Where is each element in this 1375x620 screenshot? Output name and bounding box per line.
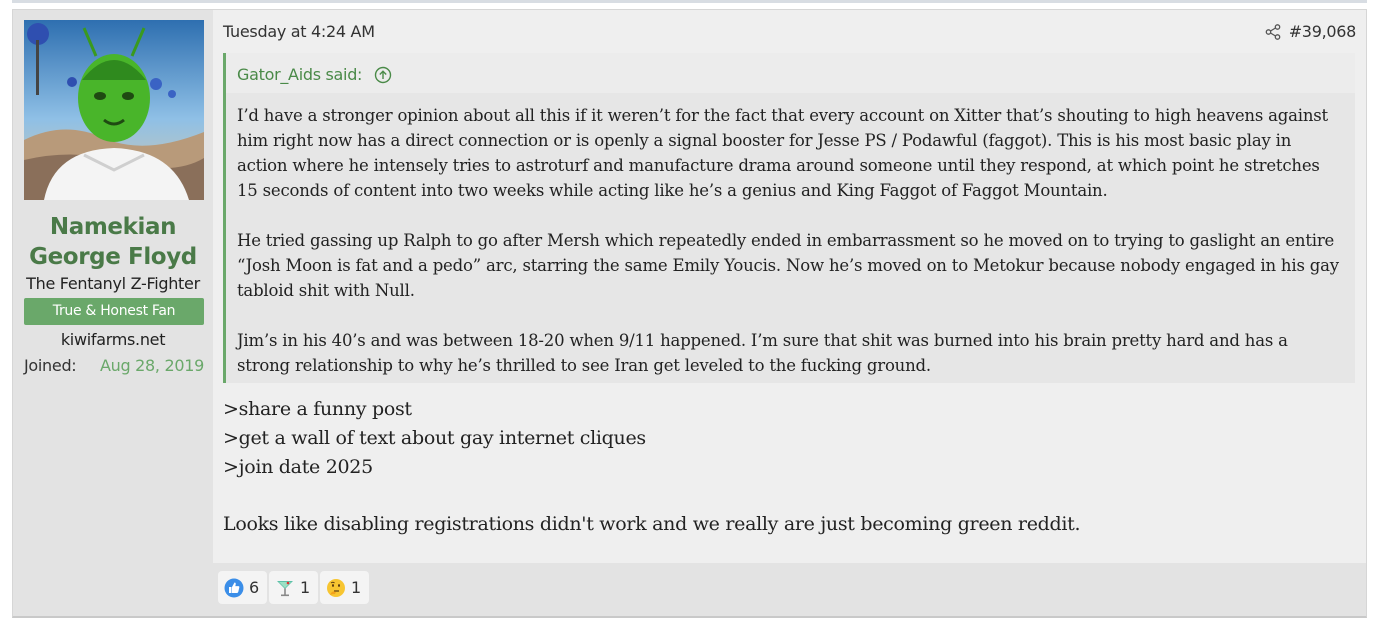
joined-label: Joined: bbox=[24, 356, 77, 375]
post-body: >share a funny post >get a wall of text … bbox=[223, 395, 1356, 539]
greentext-line: >get a wall of text about gay internet c… bbox=[223, 427, 646, 449]
post-closing-line: Looks like disabling registrations didn'… bbox=[223, 513, 1081, 535]
joined-date: Aug 28, 2019 bbox=[100, 356, 204, 375]
quote-author-link[interactable]: Gator_Aids said: bbox=[237, 65, 362, 84]
post-main: Tuesday at 4:24 AM #39,068 Gator_Aids sa… bbox=[213, 10, 1366, 616]
reactions-bar: 6 1 1 bbox=[213, 563, 1366, 616]
arrow-up-circle-icon[interactable] bbox=[374, 66, 392, 84]
username[interactable]: Namekian George Floyd bbox=[13, 212, 213, 272]
reaction-count: 1 bbox=[300, 578, 311, 597]
cocktail-icon bbox=[275, 578, 295, 598]
quote-body: I’d have a stronger opinion about all th… bbox=[237, 103, 1345, 403]
user-site: kiwifarms.net bbox=[60, 330, 166, 349]
reaction-count: 1 bbox=[351, 578, 362, 597]
quote-block: Gator_Aids said: I’d have a stronger opi… bbox=[223, 53, 1355, 383]
username-line-1[interactable]: Namekian bbox=[13, 212, 213, 242]
forum-post: Namekian George Floyd The Fentanyl Z-Fig… bbox=[12, 9, 1367, 618]
greentext-line: >join date 2025 bbox=[223, 456, 373, 478]
username-line-2[interactable]: George Floyd bbox=[13, 242, 213, 272]
quote-paragraph: Jim’s in his 40’s and was between 18-20 … bbox=[237, 331, 1288, 375]
top-divider bbox=[12, 0, 1367, 3]
thumbs-up-icon bbox=[224, 578, 244, 598]
post-number-link[interactable]: #39,068 bbox=[1289, 22, 1357, 41]
reaction-thumbs-up[interactable]: 6 bbox=[218, 571, 268, 604]
avatar[interactable] bbox=[24, 20, 204, 200]
post-date[interactable]: Tuesday at 4:24 AM bbox=[223, 22, 375, 41]
quote-paragraph: He tried gassing up Ralph to go after Me… bbox=[237, 231, 1339, 300]
user-sidebar: Namekian George Floyd The Fentanyl Z-Fig… bbox=[13, 10, 213, 616]
quote-paragraph: I’d have a stronger opinion about all th… bbox=[237, 106, 1328, 200]
user-banner: True & Honest Fan bbox=[24, 298, 204, 325]
share-icon[interactable] bbox=[1264, 23, 1282, 41]
reaction-thinking[interactable]: 1 bbox=[320, 571, 370, 604]
reaction-count: 6 bbox=[249, 578, 260, 597]
greentext-line: >share a funny post bbox=[223, 398, 412, 420]
thinking-face-icon bbox=[326, 578, 346, 598]
quote-header: Gator_Aids said: bbox=[226, 53, 1355, 93]
reaction-cocktail[interactable]: 1 bbox=[269, 571, 319, 604]
user-title: The Fentanyl Z-Fighter bbox=[26, 274, 200, 293]
